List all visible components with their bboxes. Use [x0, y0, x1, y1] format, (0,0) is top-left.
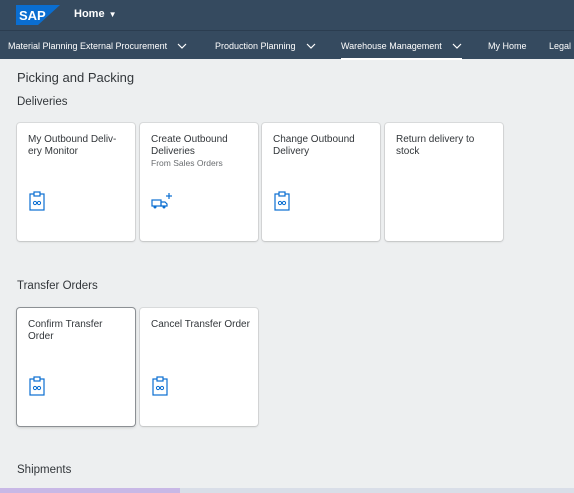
tile-create-outbound-deliveries[interactable]: Create Outbound Deliveries From Sales Or… [140, 123, 258, 241]
tile-my-outbound-delivery-monitor[interactable]: My Outbound Deliv- ery Monitor [17, 123, 135, 241]
tile-change-outbound-delivery[interactable]: Change Outbound Delivery [262, 123, 380, 241]
tile-title: Return delivery to stock [396, 134, 475, 157]
nav-tab-my-home[interactable]: My Home [488, 31, 527, 60]
tile-subtitle: From Sales Orders [151, 158, 223, 168]
section-title-deliveries: Deliveries [17, 96, 68, 108]
sap-logo[interactable]: SAP [16, 5, 60, 25]
nav-tab-production-planning[interactable]: Production Planning [215, 31, 316, 60]
nav-tab-label: My Home [488, 40, 527, 51]
clipboard-icon [29, 191, 45, 211]
chevron-down-icon [306, 43, 315, 49]
shell-bar: SAP Home ▼ [0, 0, 574, 30]
nav-tab-label: Material Planning External Procurement [8, 40, 168, 51]
space-navigation-bar: Material Planning External Procurement P… [0, 30, 574, 60]
section-title-shipments: Shipments [17, 464, 72, 476]
nav-tab-legal[interactable]: Legal [549, 31, 571, 60]
home-label: Home [74, 8, 105, 20]
home-menu-button[interactable]: Home ▼ [74, 8, 116, 20]
nav-tab-label: Warehouse Management [341, 40, 442, 51]
clipboard-icon [274, 191, 290, 211]
svg-text:SAP: SAP [19, 8, 46, 23]
tile-title: Create Outbound Deliveries [151, 134, 228, 157]
section-title-transfer-orders: Transfer Orders [17, 280, 98, 292]
tile-title: Change Outbound Delivery [273, 134, 355, 157]
nav-tab-label: Production Planning [215, 40, 296, 51]
truck-add-icon [151, 193, 172, 209]
tile-row-peek [0, 488, 574, 493]
chevron-down-icon [452, 43, 462, 49]
page-title: Picking and Packing [17, 70, 135, 85]
tile-title: Cancel Transfer Order [151, 319, 250, 330]
clipboard-icon [152, 376, 168, 396]
nav-tab-warehouse-management[interactable]: Warehouse Management [341, 31, 462, 60]
nav-tab-material-planning[interactable]: Material Planning External Procurement [8, 31, 187, 60]
clipboard-icon [29, 376, 45, 396]
tile-cancel-transfer-order[interactable]: Cancel Transfer Order [140, 308, 258, 426]
tile-return-delivery-to-stock[interactable]: Return delivery to stock [385, 123, 503, 241]
tile-peek [0, 488, 180, 493]
nav-tab-label: Legal [549, 40, 572, 51]
chevron-down-icon [177, 43, 187, 49]
tile-confirm-transfer-order[interactable]: Confirm Transfer Order [17, 308, 135, 426]
tile-title: Confirm Transfer Order [28, 319, 103, 342]
caret-down-icon: ▼ [108, 9, 117, 19]
tile-title: My Outbound Deliv- ery Monitor [28, 134, 117, 157]
